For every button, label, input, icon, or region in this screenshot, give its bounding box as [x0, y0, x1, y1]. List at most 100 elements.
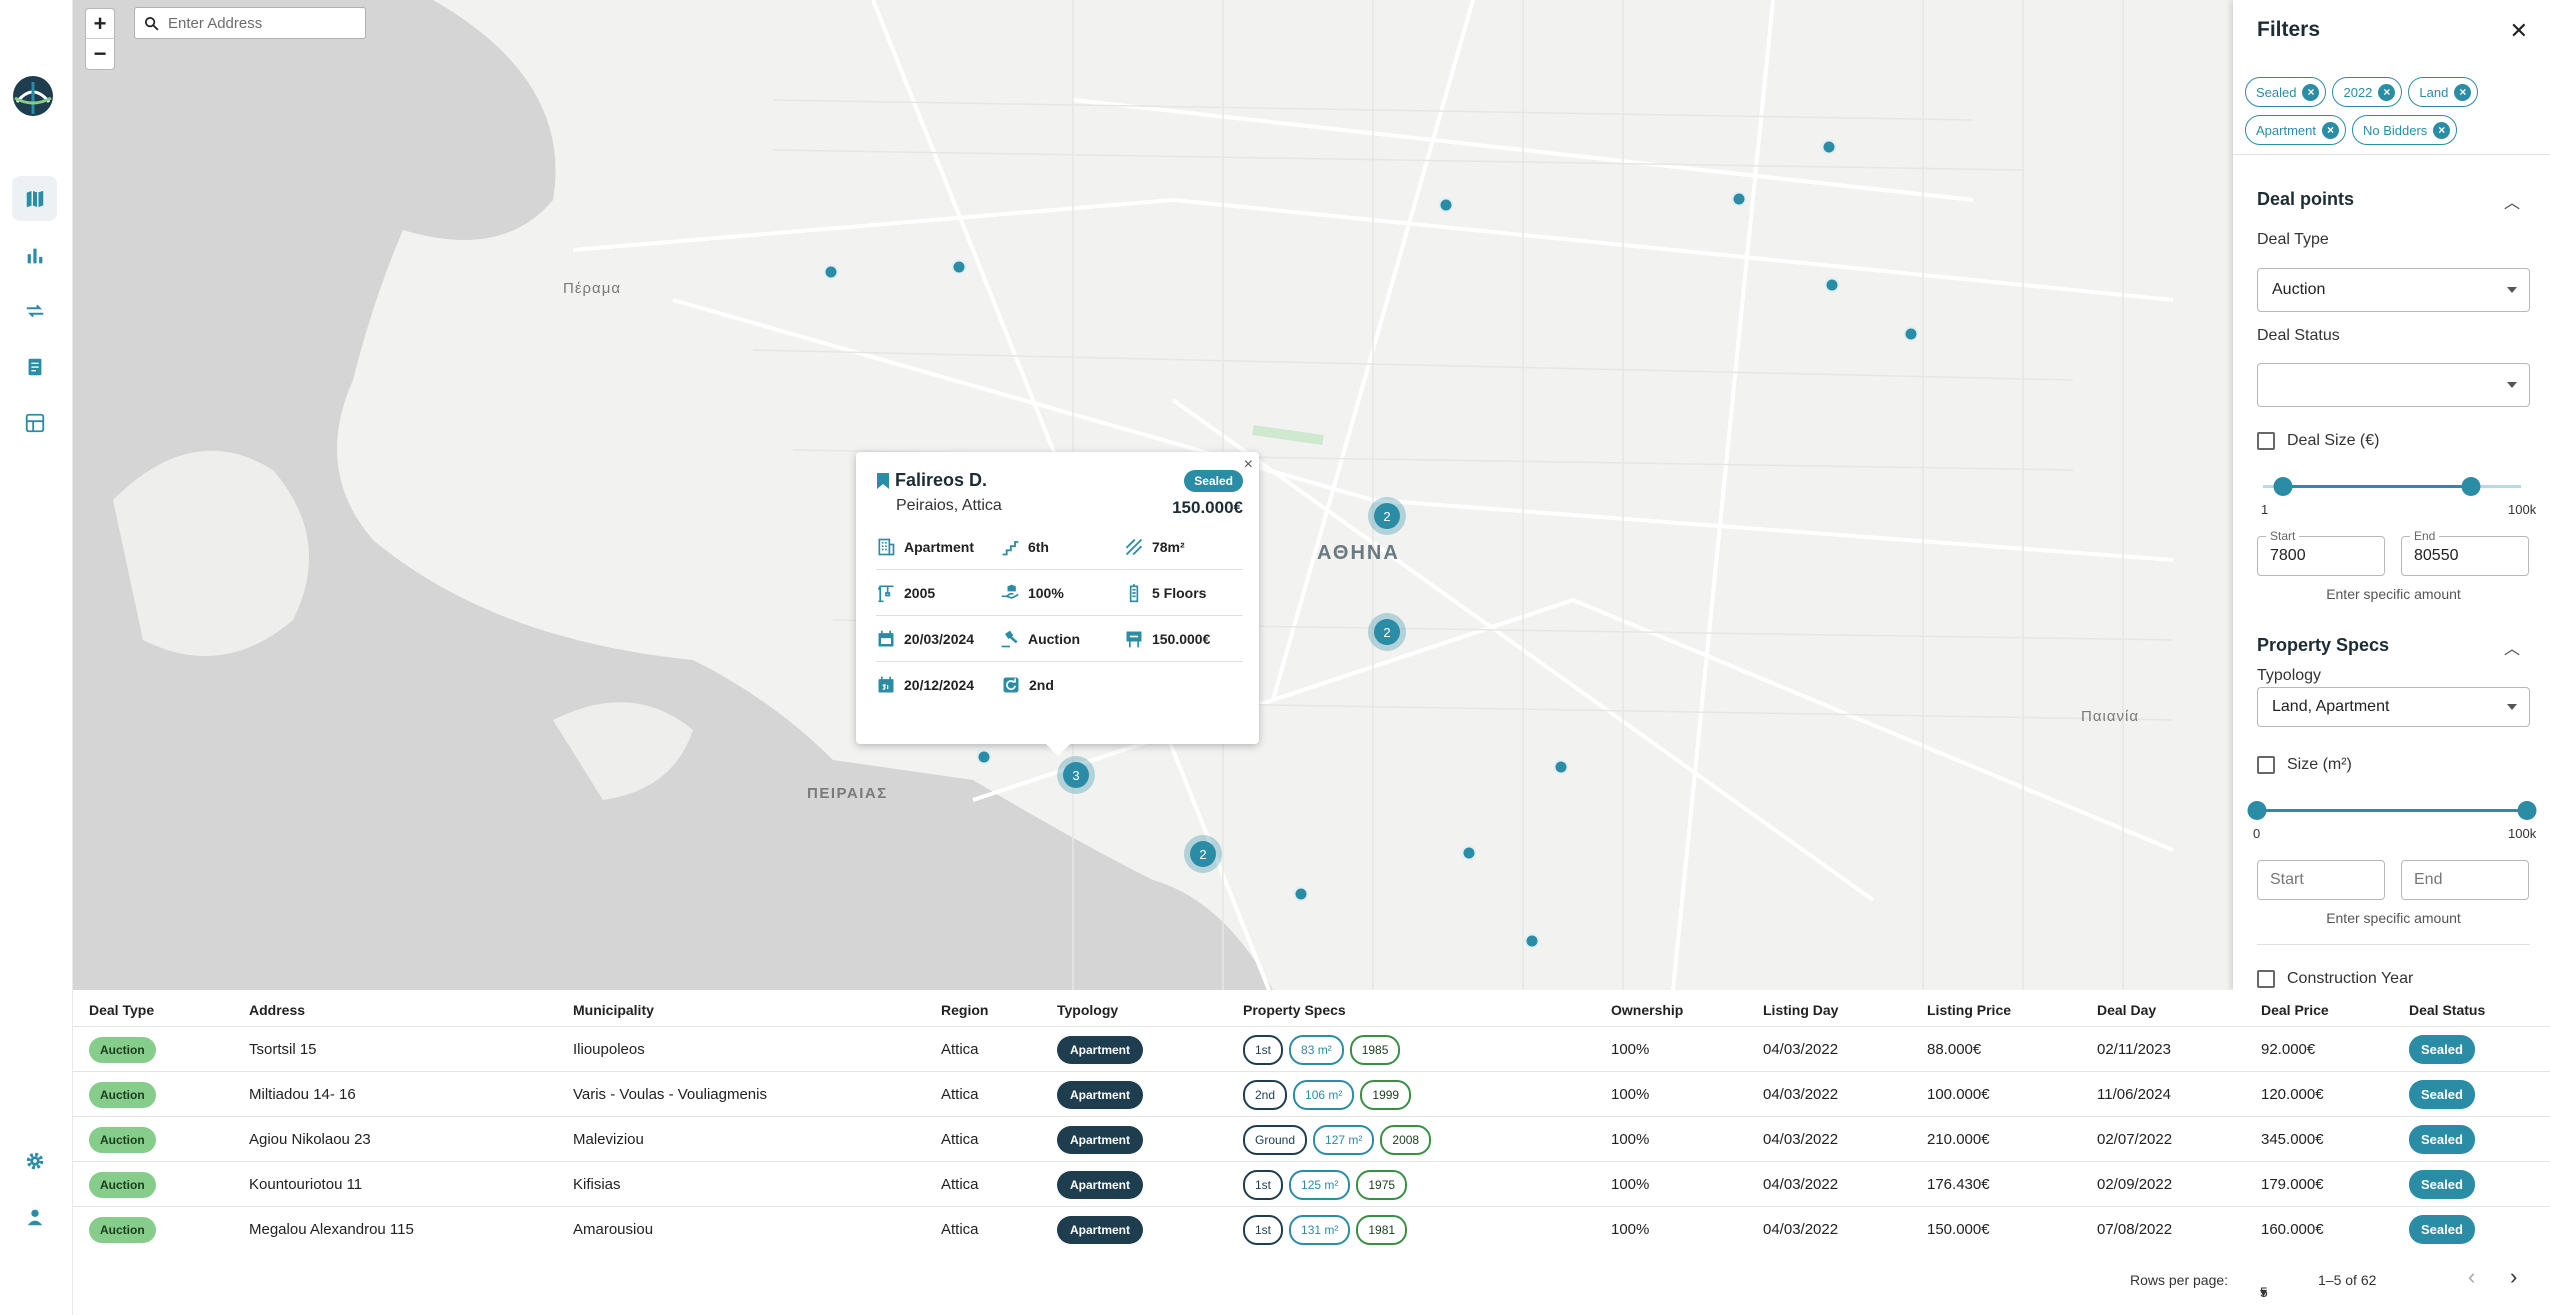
table-row[interactable]: Auction Agiou Nikolaou 23 Maleviziou Attica… — [73, 1116, 2550, 1161]
deal-size-slider[interactable] — [2263, 476, 2521, 496]
column-header[interactable]: Address — [249, 1002, 305, 1018]
spec-pill: 1st — [1243, 1169, 1284, 1200]
nav-analytics-button[interactable] — [12, 233, 57, 278]
deal-day-value: 02/07/2022 — [2097, 1131, 2173, 1148]
filter-chip-apartment[interactable]: Apartment × — [2245, 115, 2346, 145]
chevron-up-icon[interactable]: ︿ — [2504, 635, 2520, 659]
chip-remove-icon[interactable]: × — [2321, 121, 2339, 139]
nav-map-button[interactable] — [12, 176, 57, 221]
table-row[interactable]: Auction Kountouriotou 11 Kifisias Attica Apa… — [73, 1161, 2550, 1206]
chevron-up-icon[interactable]: ︿ — [2504, 189, 2520, 213]
map-pin[interactable] — [1731, 191, 1747, 207]
chip-remove-icon[interactable]: × — [2378, 83, 2396, 101]
column-header[interactable]: Typology — [1057, 1002, 1118, 1018]
cell-deal-type: Auction — [89, 1162, 156, 1207]
slider-thumb-start[interactable] — [2273, 477, 2293, 496]
deal-status-select[interactable] — [2257, 363, 2530, 407]
cell-deal-price: 160.000€ — [2261, 1207, 2324, 1252]
cell-listing-day: 04/03/2022 — [1763, 1027, 1838, 1072]
filter-chip-2022[interactable]: 2022 × — [2332, 77, 2403, 107]
map-pin[interactable] — [951, 259, 967, 275]
section-deal-points-title[interactable]: Deal points — [2257, 189, 2354, 210]
map-pin[interactable] — [1824, 277, 1840, 293]
size-end-input[interactable]: End — [2401, 860, 2529, 900]
map-pin[interactable] — [1903, 326, 1919, 342]
size-start-input[interactable]: Start — [2257, 860, 2385, 900]
next-page-button[interactable]: › — [2510, 1264, 2517, 1290]
map-pin[interactable] — [1438, 197, 1454, 213]
nav-profile-button[interactable] — [12, 1194, 57, 1239]
map-cluster[interactable]: 2 — [1368, 497, 1406, 535]
column-header[interactable]: Region — [941, 1002, 988, 1018]
nav-compare-button[interactable] — [12, 288, 57, 333]
address-search-input[interactable] — [168, 14, 358, 32]
map-pin[interactable] — [1553, 759, 1569, 775]
map-pin[interactable] — [823, 264, 839, 280]
column-header[interactable]: Ownership — [1611, 1002, 1683, 1018]
deal-size-checkbox[interactable]: Deal Size (€) — [2257, 432, 2379, 450]
map-pin[interactable] — [1821, 139, 1837, 155]
deal-type-value: Auction — [89, 1036, 156, 1063]
column-header[interactable]: Deal Day — [2097, 1002, 2156, 1018]
table-row[interactable]: Auction Megalou Alexandrou 115 Amarousiou A… — [73, 1206, 2550, 1251]
construction-year-checkbox[interactable]: Construction Year — [2257, 970, 2413, 988]
slider-fill — [2283, 485, 2471, 488]
deal-type-value: Auction — [89, 1081, 156, 1108]
nav-dashboard-button[interactable] — [12, 400, 57, 445]
map-pin[interactable] — [1293, 886, 1309, 902]
table-row[interactable]: Auction Tsortsil 15 Ilioupoleos Attica Apart… — [73, 1026, 2550, 1071]
typology-select[interactable]: Land, Apartment — [2257, 687, 2530, 727]
cell-typology: Apartment — [1057, 1162, 1144, 1207]
spec-pill: 83 m² — [1289, 1034, 1344, 1065]
slider-thumb-end[interactable] — [2461, 477, 2481, 496]
stairs-icon — [1002, 540, 1019, 555]
column-header[interactable]: Listing Price — [1927, 1002, 2011, 1018]
slider-thumb-start[interactable] — [2247, 801, 2267, 820]
prev-page-button[interactable]: ‹ — [2468, 1264, 2475, 1290]
popup-close-button[interactable]: × — [1244, 456, 1253, 474]
column-header[interactable]: Deal Status — [2409, 1002, 2485, 1018]
map-cluster[interactable]: 3 — [1057, 756, 1095, 794]
filters-close-button[interactable]: ✕ — [2510, 18, 2528, 44]
zoom-out-button[interactable]: − — [86, 39, 114, 69]
column-header[interactable]: Deal Price — [2261, 1002, 2329, 1018]
size-slider[interactable] — [2247, 800, 2537, 820]
chip-remove-icon[interactable]: × — [2433, 121, 2451, 139]
table-header: Deal Type Address Municipality Region Typolo… — [73, 990, 2550, 1026]
map-pin-selected[interactable] — [976, 749, 992, 765]
active-filter-chips: Sealed × 2022 × Land × Apartment × No Bidder… — [2245, 77, 2545, 145]
zoom-in-button[interactable]: + — [86, 9, 114, 39]
column-header[interactable]: Listing Day — [1763, 1002, 1838, 1018]
cell-typology: Apartment — [1057, 1207, 1144, 1252]
checkbox-icon[interactable] — [2257, 432, 2275, 450]
map-cluster[interactable]: 2 — [1368, 613, 1406, 651]
chip-remove-icon[interactable]: × — [2302, 83, 2320, 101]
map-cluster[interactable]: 2 — [1184, 835, 1222, 873]
deal-type-select[interactable]: Auction — [2257, 268, 2530, 312]
nav-reports-button[interactable] — [12, 344, 57, 389]
ownership-hand-icon — [1001, 584, 1019, 599]
map-pin[interactable] — [1524, 933, 1540, 949]
column-header[interactable]: Municipality — [573, 1002, 654, 1018]
filter-chip-sealed[interactable]: Sealed × — [2245, 77, 2327, 107]
map-view[interactable]: + − Πέραμα ΑΘΗΝΑ ΠΕΙΡΑΙΑΣ Παιανία 2 2 3 … — [73, 0, 2233, 990]
field-value: 80550 — [2414, 547, 2459, 564]
section-property-specs-title[interactable]: Property Specs — [2257, 635, 2389, 656]
column-header[interactable]: Property Specs — [1243, 1002, 1346, 1018]
column-header[interactable]: Deal Type — [89, 1002, 154, 1018]
checkbox-icon[interactable] — [2257, 970, 2275, 988]
nav-settings-button[interactable] — [12, 1138, 57, 1183]
cell-address: Tsortsil 15 — [249, 1027, 317, 1072]
deal-size-end-input[interactable]: End 80550 — [2401, 529, 2529, 576]
popup-listing-date: 20/03/2024 — [904, 630, 975, 647]
chip-remove-icon[interactable]: × — [2454, 83, 2472, 101]
filter-chip-land[interactable]: Land × — [2408, 77, 2479, 107]
address-value: Miltiadou 14- 16 — [249, 1086, 356, 1103]
slider-thumb-end[interactable] — [2517, 801, 2537, 820]
checkbox-icon[interactable] — [2257, 756, 2275, 774]
map-pin[interactable] — [1461, 845, 1477, 861]
deal-size-start-input[interactable]: Start 7800 — [2257, 529, 2385, 576]
size-checkbox[interactable]: Size (m²) — [2257, 756, 2352, 774]
filter-chip-no-bidders[interactable]: No Bidders × — [2351, 115, 2458, 145]
table-row[interactable]: Auction Miltiadou 14- 16 Varis - Voulas - … — [73, 1071, 2550, 1116]
